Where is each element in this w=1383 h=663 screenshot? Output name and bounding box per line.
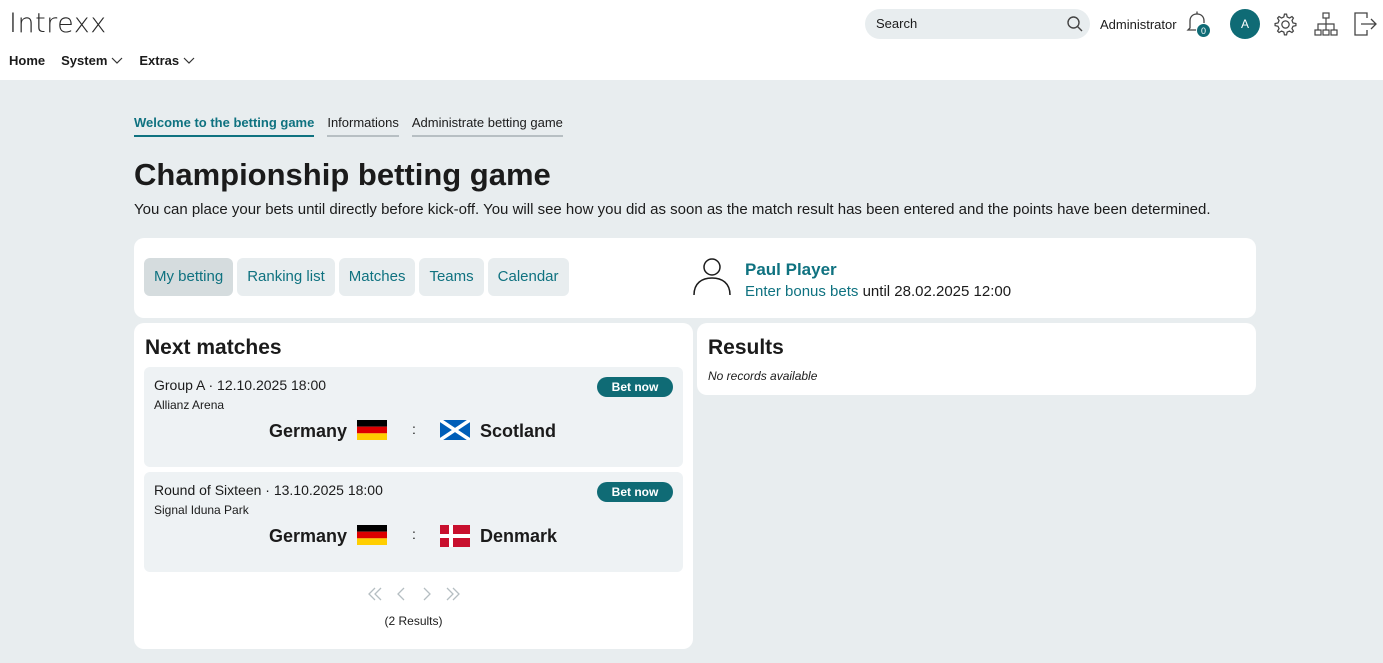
- tab-informations[interactable]: Informations: [327, 115, 399, 137]
- teams-button[interactable]: Teams: [419, 258, 484, 296]
- nav-item-extras[interactable]: Extras: [139, 53, 195, 68]
- match-teams: Germany : Scotland: [144, 418, 683, 445]
- flag-scotland-icon: [439, 418, 471, 445]
- flag-germany-icon: [357, 420, 387, 445]
- match-venue: Signal Iduna Park: [154, 503, 249, 517]
- home-team: Germany: [268, 421, 347, 441]
- main-nav: Home System Extras: [9, 53, 211, 68]
- home-team: Germany: [268, 526, 347, 546]
- user-icon: [692, 256, 734, 303]
- nav-item-label: System: [61, 53, 108, 68]
- separator-dot: ·: [208, 377, 218, 393]
- flag-germany-icon: [357, 525, 387, 550]
- flag-denmark-icon: [440, 525, 470, 552]
- bonus-deadline: 28.02.2025 12:00: [894, 283, 1012, 300]
- bet-now-button[interactable]: Bet now: [597, 377, 673, 397]
- first-page-icon[interactable]: [367, 586, 383, 602]
- betting-nav-card: My betting Ranking list Matches Teams Ca…: [134, 238, 1256, 318]
- top-bar: Intrexx Home System Extras Administrator…: [0, 0, 1383, 80]
- user-label: Administrator: [1100, 17, 1177, 32]
- away-team: Scotland: [480, 421, 557, 441]
- until-label: until: [862, 283, 891, 300]
- match-card: Group A · 12.10.2025 18:00 Allianz Arena…: [144, 367, 683, 467]
- next-matches-card: Next matches Group A · 12.10.2025 18:00 …: [134, 323, 693, 649]
- match-heading: Round of Sixteen · 13.10.2025 18:00: [154, 482, 383, 498]
- page-tabs: Welcome to the betting game Informations…: [134, 115, 576, 137]
- matches-button[interactable]: Matches: [338, 258, 416, 296]
- previous-page-icon[interactable]: [393, 586, 409, 602]
- nav-item-system[interactable]: System: [61, 53, 123, 68]
- chevron-down-icon: [183, 53, 195, 68]
- page-title: Championship betting game: [134, 157, 551, 192]
- my-betting-button[interactable]: My betting: [144, 258, 234, 296]
- tab-welcome[interactable]: Welcome to the betting game: [134, 115, 315, 137]
- match-stage: Round of Sixteen: [154, 482, 262, 498]
- notifications-button[interactable]: 0: [1186, 10, 1211, 41]
- gear-icon[interactable]: [1273, 12, 1298, 42]
- results-title: Results: [708, 336, 784, 359]
- next-page-icon[interactable]: [419, 586, 435, 602]
- results-empty-text: No records available: [708, 369, 818, 383]
- match-teams: Germany : Denmark: [144, 524, 683, 548]
- page-intro: You can place your bets until directly b…: [134, 201, 1211, 218]
- nav-item-home[interactable]: Home: [9, 53, 45, 68]
- match-card: Round of Sixteen · 13.10.2025 18:00 Sign…: [144, 472, 683, 572]
- app-logo[interactable]: Intrexx: [9, 8, 107, 39]
- separator-dot: ·: [265, 482, 274, 498]
- search-box: [865, 9, 1090, 39]
- search-input[interactable]: [876, 16, 1056, 31]
- calendar-button[interactable]: Calendar: [487, 258, 569, 296]
- score-separator: :: [412, 526, 416, 542]
- logout-icon[interactable]: [1353, 11, 1378, 42]
- ranking-list-button[interactable]: Ranking list: [237, 258, 335, 296]
- chevron-down-icon: [111, 53, 123, 68]
- results-card: Results No records available: [697, 323, 1256, 395]
- score-separator: :: [412, 421, 416, 437]
- player-name[interactable]: Paul Player: [745, 260, 837, 280]
- next-matches-title: Next matches: [145, 336, 282, 359]
- avatar[interactable]: A: [1230, 9, 1260, 39]
- nav-item-label: Extras: [139, 53, 180, 68]
- enter-bonus-bets-link[interactable]: Enter bonus bets: [745, 283, 858, 300]
- search-icon[interactable]: [1066, 15, 1084, 38]
- results-count: (2 Results): [384, 614, 443, 628]
- tab-administrate[interactable]: Administrate betting game: [411, 115, 563, 137]
- match-datetime: 13.10.2025 18:00: [273, 482, 383, 498]
- sitemap-icon[interactable]: [1314, 12, 1338, 42]
- nav-item-label: Home: [9, 53, 46, 68]
- bonus-bets-line: Enter bonus bets until 28.02.2025 12:00: [745, 283, 1011, 300]
- last-page-icon[interactable]: [445, 586, 461, 602]
- match-venue: Allianz Arena: [154, 398, 225, 412]
- match-datetime: 12.10.2025 18:00: [217, 377, 327, 393]
- away-team: Denmark: [480, 526, 558, 546]
- match-stage: Group A: [154, 377, 205, 393]
- pagination: [367, 586, 461, 602]
- betting-nav: My betting Ranking list Matches Teams Ca…: [144, 258, 569, 296]
- bet-now-button[interactable]: Bet now: [597, 482, 673, 502]
- notification-count-badge: 0: [1196, 23, 1211, 38]
- match-heading: Group A · 12.10.2025 18:00: [154, 377, 326, 393]
